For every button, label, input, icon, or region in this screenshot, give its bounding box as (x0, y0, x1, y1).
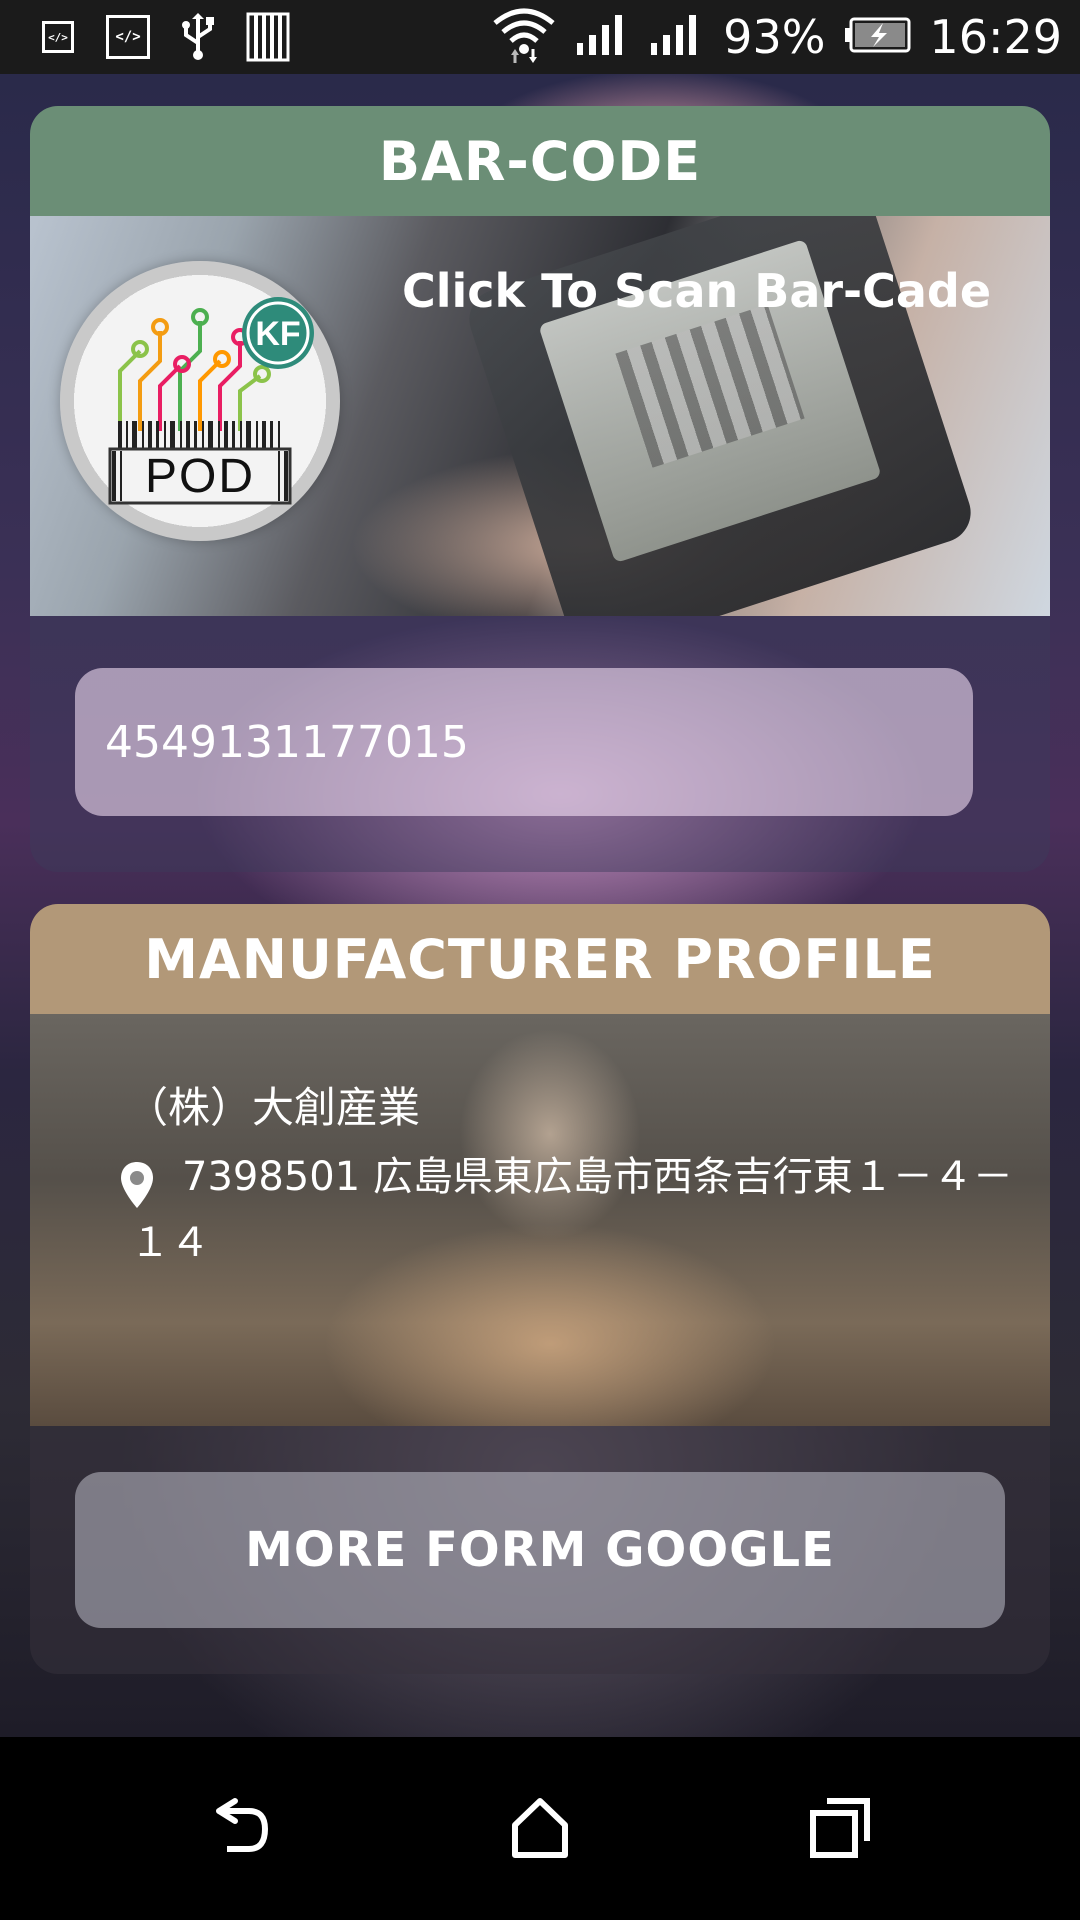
manufacturer-card: MANUFACTURER PROFILE （株）大創産業 7398501 広島県… (30, 904, 1050, 1674)
barcode-card: BAR-CODE KF POD Click To Scan Bar-Cade 4… (30, 106, 1050, 872)
recents-icon[interactable] (805, 1793, 875, 1863)
more-from-google-button[interactable]: MORE FORM GOOGLE (75, 1472, 1005, 1628)
battery-charging-icon (843, 17, 911, 57)
code-icon-text: </> (106, 15, 150, 59)
status-bar: </> </> 93% 16:29 (0, 0, 1080, 74)
scan-barcode-area[interactable]: KF POD Click To Scan Bar-Cade (30, 216, 1050, 616)
company-name: （株）大創産業 (126, 1083, 421, 1132)
pod-logo: KF POD (60, 261, 340, 541)
svg-text:KF: KF (255, 315, 300, 353)
navigation-bar (0, 1737, 1080, 1920)
manufacturer-info-area: （株）大創産業 7398501 広島県東広島市西条吉行東１－４－１４ (30, 1014, 1050, 1426)
battery-percent: 93% (723, 10, 826, 64)
manufacturer-card-title: MANUFACTURER PROFILE (30, 904, 1050, 1014)
dev-mode-icon: </> (36, 15, 80, 59)
home-icon[interactable] (505, 1793, 575, 1863)
wifi-icon (491, 5, 557, 69)
pod-logo-text: POD (144, 449, 255, 503)
company-address: 7398501 広島県東広島市西条吉行東１－４－１４ (130, 1154, 1013, 1266)
dev-mode-icon-text: </> (42, 21, 74, 53)
clock: 16:29 (929, 10, 1062, 64)
signal-icon-2 (649, 13, 705, 61)
code-icon: </> (106, 15, 150, 59)
scan-barcode-label[interactable]: Click To Scan Bar-Cade (402, 264, 991, 318)
signal-icon-1 (575, 13, 631, 61)
usb-icon (176, 13, 220, 60)
back-icon[interactable] (205, 1793, 275, 1863)
more-button-container: MORE FORM GOOGLE (30, 1426, 1050, 1674)
barcode-value-field[interactable]: 4549131177015 (75, 668, 973, 816)
storage-icon (246, 12, 290, 62)
barcode-field-container: 4549131177015 (30, 616, 1050, 872)
barcode-card-title: BAR-CODE (30, 106, 1050, 216)
